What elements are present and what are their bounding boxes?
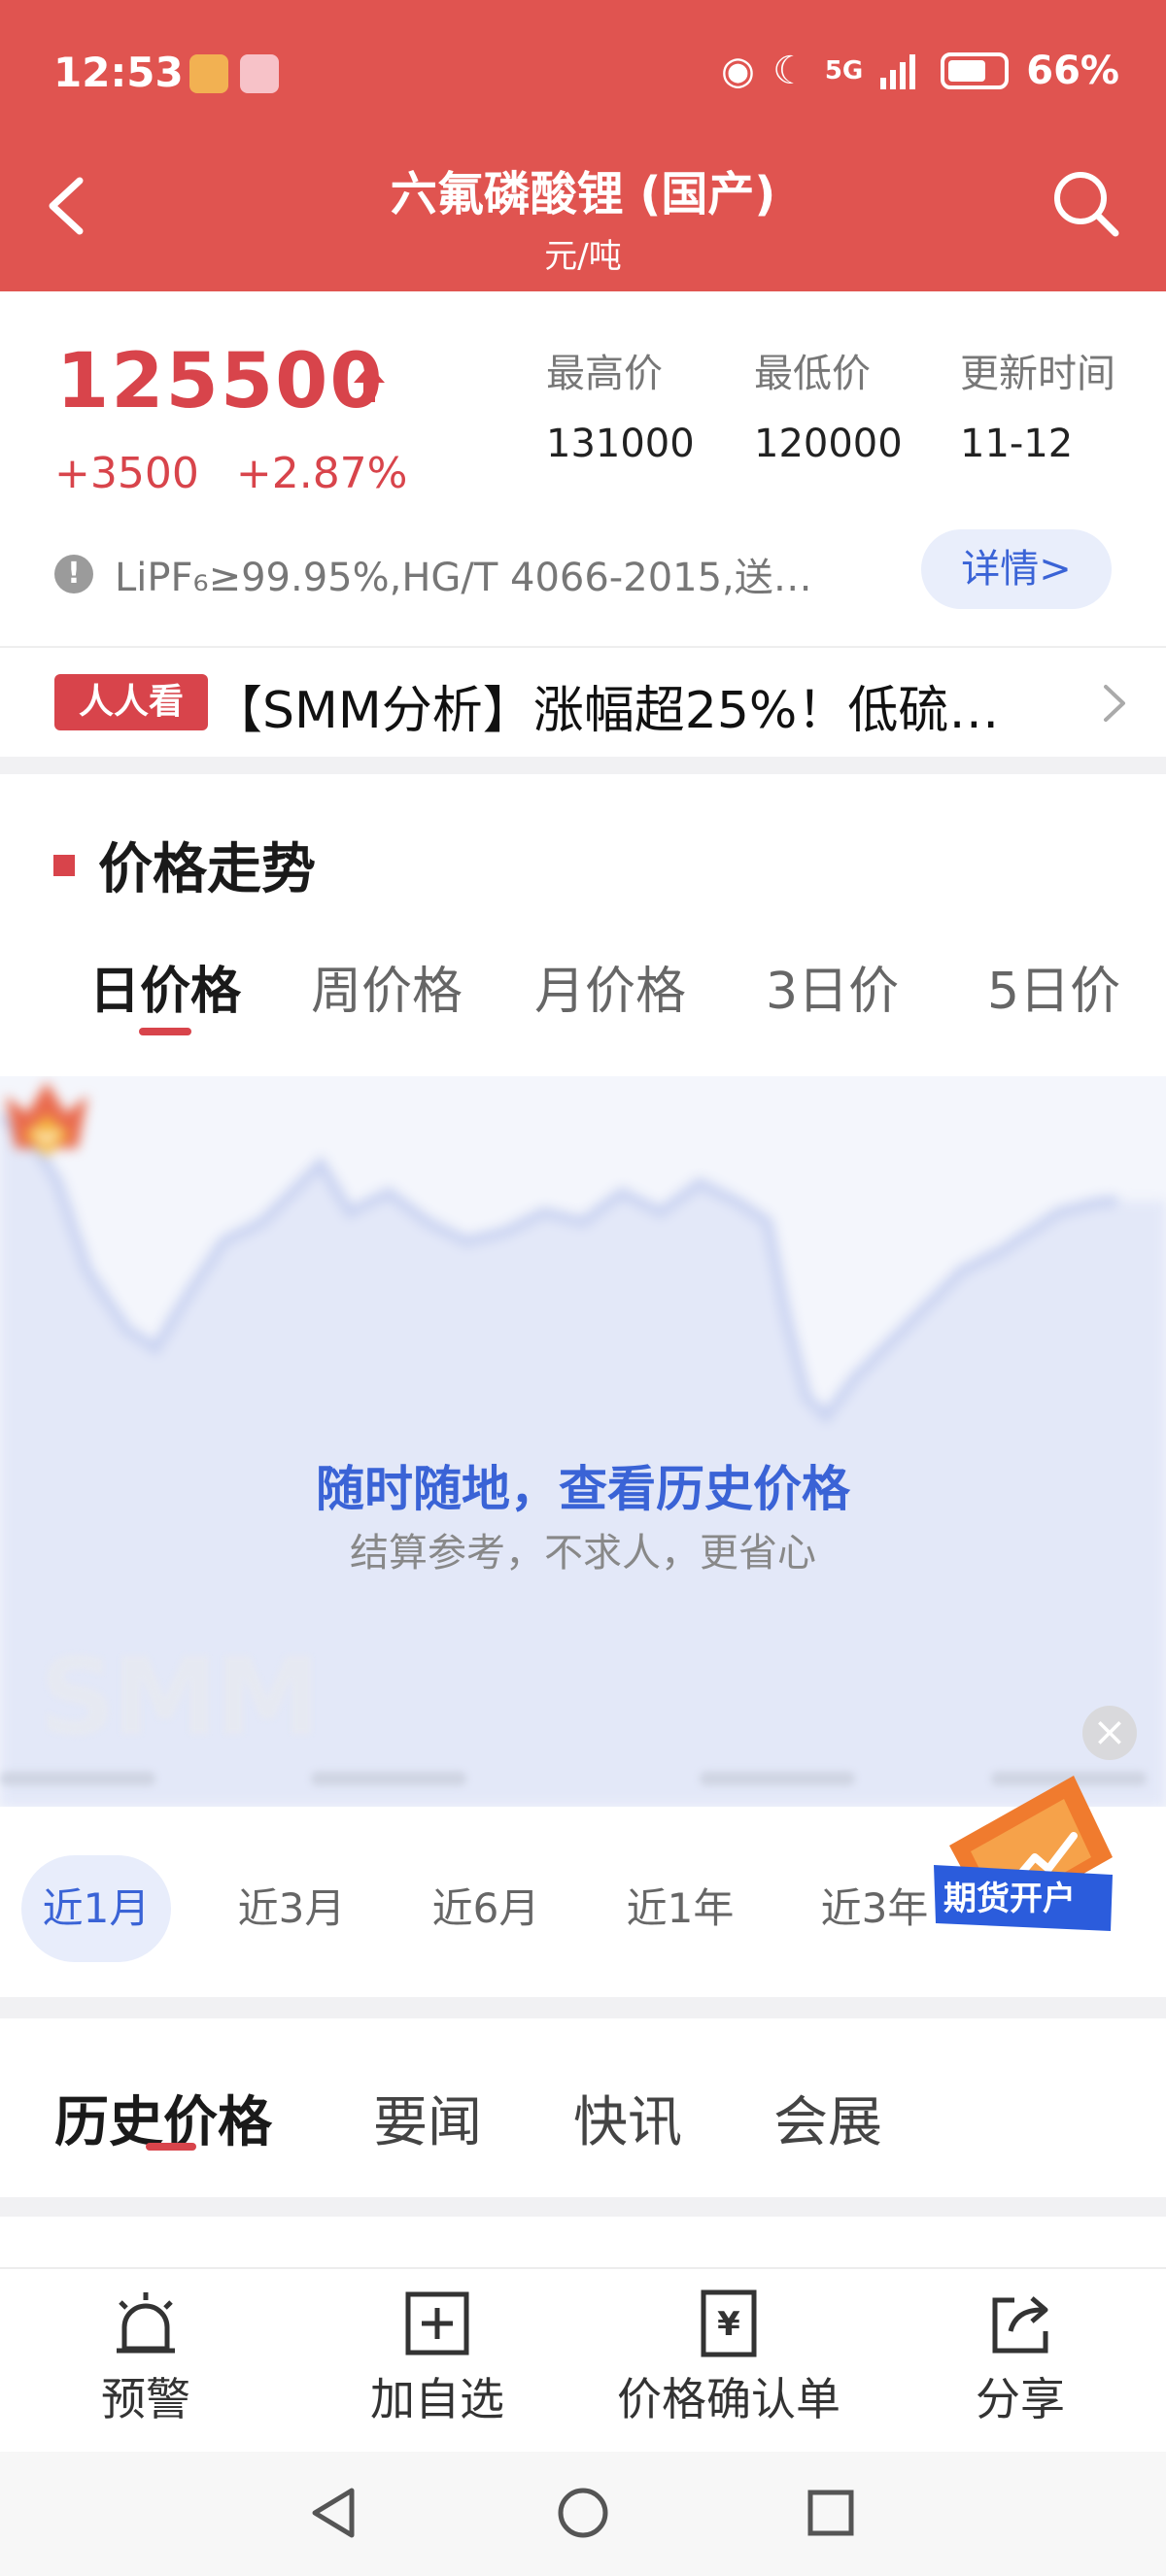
tab-3day[interactable]: 3日价 <box>766 950 899 1023</box>
content-tab-indicator <box>146 2143 196 2151</box>
change-amount: +3500 <box>54 449 199 498</box>
bottom-action-bar: 预警 加自选 ¥ 价格确认单 分享 <box>0 2267 1166 2452</box>
range-3m[interactable]: 近3月 <box>223 1855 360 1962</box>
section-gap <box>0 1997 1166 2018</box>
tab-monthly[interactable]: 月价格 <box>534 950 686 1023</box>
range-1m[interactable]: 近1月 <box>21 1855 171 1962</box>
current-price: 125500 <box>56 338 385 425</box>
battery-icon <box>941 52 1010 89</box>
battery-percent: 66% <box>1026 49 1119 93</box>
ticker-text: 【SMM分析】涨幅超25%！低硫… <box>212 682 1000 740</box>
moon-icon: ☾ <box>772 49 807 93</box>
ticker-tag: 人人看 <box>54 674 208 730</box>
trend-header: 价格走势 <box>53 826 316 904</box>
up-arrow-icon <box>354 365 385 402</box>
crown-lock-icon <box>6 1082 87 1156</box>
tab-daily[interactable]: 日价格 <box>89 950 241 1023</box>
signal-icon <box>880 54 916 89</box>
page-title: 六氟磷酸锂 (国产) <box>390 167 776 221</box>
music-icon <box>240 54 279 93</box>
section-gap <box>0 2197 1166 2217</box>
futures-account-badge[interactable]: 期货开户 <box>928 1768 1122 1948</box>
title-bar: 六氟磷酸锂 (国产) 元/吨 <box>0 146 1166 291</box>
close-icon[interactable]: × <box>1082 1706 1137 1760</box>
system-nav-bar <box>0 2452 1166 2576</box>
promo-title[interactable]: 随时随地，查看历史价格 <box>0 1450 1166 1520</box>
stat-low: 最低价 120000 <box>754 342 903 466</box>
add-square-icon <box>405 2291 469 2356</box>
nav-back-icon[interactable] <box>301 2479 369 2547</box>
tab-5day[interactable]: 5日价 <box>987 950 1120 1023</box>
add-watchlist-label: 加自选 <box>370 2373 504 2425</box>
detail-button[interactable]: 详情> <box>921 529 1112 609</box>
app-notification-icon <box>189 54 228 93</box>
range-6m[interactable]: 近6月 <box>418 1855 554 1962</box>
title-block: 六氟磷酸锂 (国产) 元/吨 <box>0 146 1166 277</box>
status-app-icons <box>189 54 279 93</box>
stat-value: 11-12 <box>960 422 1074 466</box>
chevron-right-icon <box>1104 685 1125 722</box>
stat-label: 最低价 <box>754 352 871 396</box>
tab-news[interactable]: 要闻 <box>373 2079 482 2157</box>
page-unit: 元/吨 <box>544 237 622 276</box>
network-type: 5G <box>824 56 864 85</box>
price-panel: 125500 +3500 +2.87% 最高价 131000 最低价 12000… <box>0 291 1166 646</box>
change-percent: +2.87% <box>235 449 408 498</box>
stat-value: 120000 <box>754 422 903 466</box>
active-tab-indicator <box>139 1028 191 1035</box>
spec-text: LiPF₆≥99.95%,HG/T 4066-2015,送… <box>115 556 812 600</box>
section-gap <box>0 757 1166 774</box>
share-icon <box>992 2296 1048 2354</box>
nav-recents-icon[interactable] <box>797 2479 865 2547</box>
add-watchlist-button[interactable]: 加自选 <box>292 2269 583 2454</box>
stat-updated: 更新时间 11-12 <box>960 342 1115 466</box>
app-header: 12:53 ◉ ☾ 5G 66% 六氟磷酸锂 (国产) 元/吨 <box>0 0 1166 291</box>
stat-label: 更新时间 <box>960 352 1115 396</box>
share-label: 分享 <box>976 2373 1065 2425</box>
share-button[interactable]: 分享 <box>874 2269 1166 2454</box>
stat-label: 最高价 <box>546 352 663 396</box>
alert-label: 预警 <box>101 2373 190 2425</box>
status-bar: 12:53 ◉ ☾ 5G 66% <box>0 0 1166 146</box>
status-right: ◉ ☾ 5G 66% <box>721 49 1119 93</box>
status-time: 12:53 <box>53 49 184 96</box>
promo-subtitle: 结算参考，不求人，更省心 <box>350 1531 816 1576</box>
badge-label: 期货开户 <box>943 1880 1076 1918</box>
price-chart-locked[interactable]: SMM 随时随地，查看历史价格 结算参考，不求人，更省心 × <box>0 1076 1166 1807</box>
price-change: +3500 +2.87% <box>54 449 408 498</box>
price-confirmation-button[interactable]: ¥ 价格确认单 <box>583 2269 874 2454</box>
spec-line: ! LiPF₆≥99.95%,HG/T 4066-2015,送… <box>54 546 812 602</box>
smm-watermark: SMM <box>39 1635 321 1759</box>
stat-high: 最高价 131000 <box>546 342 695 466</box>
info-icon: ! <box>54 555 93 593</box>
nav-home-icon[interactable] <box>549 2479 617 2547</box>
trend-title: 价格走势 <box>98 838 316 901</box>
range-1y[interactable]: 近1年 <box>612 1855 748 1962</box>
eye-icon: ◉ <box>721 49 755 93</box>
section-marker <box>53 854 75 876</box>
alert-button[interactable]: 预警 <box>0 2269 292 2454</box>
alarm-icon <box>117 2292 175 2354</box>
news-ticker[interactable]: 人人看 【SMM分析】涨幅超25%！低硫… <box>0 648 1166 757</box>
price-confirmation-label: 价格确认单 <box>617 2373 840 2425</box>
tab-flash[interactable]: 快讯 <box>573 2079 682 2157</box>
stat-value: 131000 <box>546 422 695 466</box>
yen-doc-icon: ¥ <box>701 2289 757 2357</box>
search-icon[interactable] <box>1047 165 1125 243</box>
tab-expo[interactable]: 会展 <box>773 2079 882 2157</box>
range-3y[interactable]: 近3年 <box>806 1855 943 1962</box>
svg-text:¥: ¥ <box>717 2305 740 2344</box>
tab-weekly[interactable]: 周价格 <box>311 950 463 1023</box>
